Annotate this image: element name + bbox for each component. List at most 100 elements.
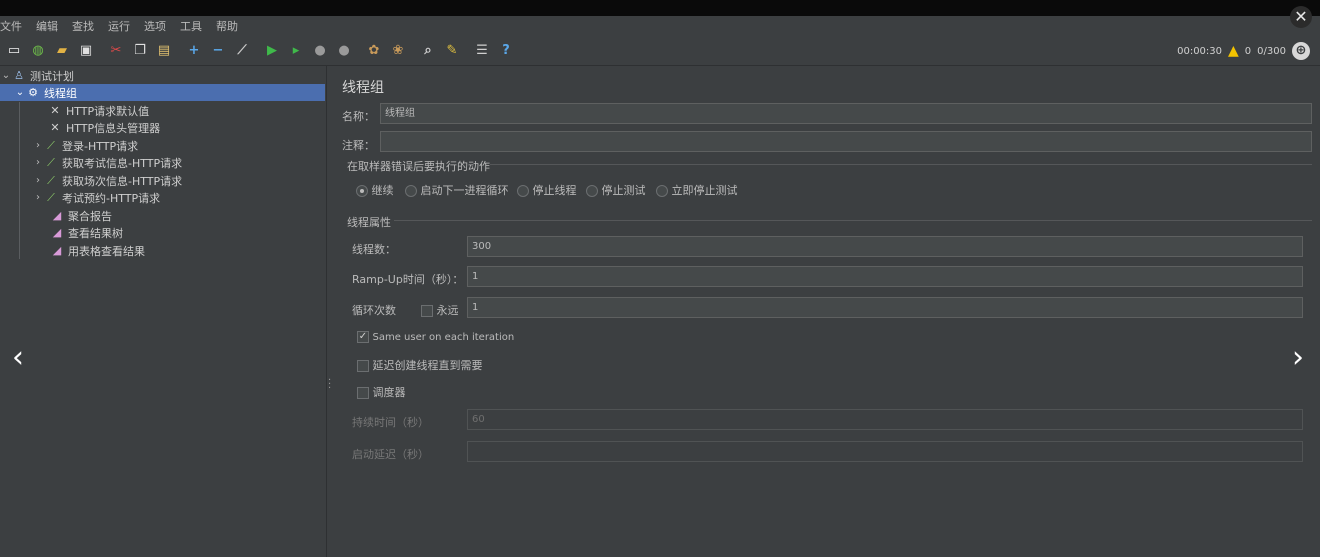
close-icon[interactable]: ✕ bbox=[1290, 6, 1312, 28]
duration-field[interactable]: 60 bbox=[467, 409, 1303, 430]
radio-stop-now[interactable] bbox=[656, 185, 668, 197]
on-error-next-loop[interactable]: 启动下一进程循环 bbox=[405, 182, 509, 198]
menu-options[interactable]: 选项 bbox=[144, 18, 166, 34]
radio-stop-test[interactable] bbox=[586, 185, 598, 197]
active-threads: 0/300 bbox=[1257, 45, 1286, 57]
menu-edit[interactable]: 编辑 bbox=[36, 18, 58, 34]
new-icon[interactable]: ▭ bbox=[5, 42, 23, 60]
chevron-right-icon[interactable]: › bbox=[32, 140, 44, 151]
pipette-icon: ⟋ bbox=[47, 190, 55, 204]
chevron-right-icon[interactable]: › bbox=[32, 157, 44, 168]
tree-item-label: 测试计划 bbox=[30, 69, 74, 83]
on-error-stop-thread[interactable]: 停止线程 bbox=[517, 182, 577, 198]
warning-icon[interactable]: ▲ bbox=[1228, 43, 1239, 59]
on-error-continue[interactable]: 继续 bbox=[356, 182, 394, 198]
menu-tools[interactable]: 工具 bbox=[180, 18, 202, 34]
status-area: 00:00:30 ▲ 0 0/300 ⊕ bbox=[1177, 36, 1310, 66]
splitter-grip-icon[interactable]: · · · bbox=[328, 376, 331, 394]
open-icon[interactable]: ▰ bbox=[53, 42, 71, 60]
divider bbox=[394, 220, 1312, 221]
chevron-right-icon[interactable]: › bbox=[32, 192, 44, 203]
menu-search[interactable]: 查找 bbox=[72, 18, 94, 34]
thread-props-heading: 线程属性 bbox=[347, 216, 391, 229]
tree-item-header-manager[interactable]: ✕ HTTP信息头管理器 bbox=[48, 119, 160, 136]
help-icon[interactable]: ? bbox=[497, 42, 515, 60]
loop-label: 循环次数 bbox=[352, 304, 396, 317]
tree-item-booking-request[interactable]: › ⟋ 考试预约-HTTP请求 bbox=[32, 189, 160, 206]
tree-item-aggregate-report[interactable]: ◢ 聚合报告 bbox=[50, 207, 112, 224]
on-error-stop-now[interactable]: 立即停止测试 bbox=[656, 182, 738, 198]
tree-item-label: 获取场次信息-HTTP请求 bbox=[62, 174, 183, 188]
same-user-checkbox[interactable]: ✓ Same user on each iteration bbox=[357, 330, 514, 343]
radio-continue[interactable] bbox=[356, 185, 368, 197]
startup-delay-label: 启动延迟（秒） bbox=[352, 448, 429, 461]
radio-label: 启动下一进程循环 bbox=[420, 184, 509, 197]
checkbox[interactable]: ✓ bbox=[357, 331, 369, 343]
checkbox-label: 延迟创建线程直到需要 bbox=[372, 359, 483, 372]
copy-icon[interactable]: ❐ bbox=[131, 42, 149, 60]
prev-arrow-icon[interactable]: ‹ bbox=[12, 340, 24, 375]
start-no-pause-icon[interactable]: ▸ bbox=[287, 42, 305, 60]
radio-next-loop[interactable] bbox=[405, 185, 417, 197]
chevron-down-icon[interactable]: ⌄ bbox=[0, 70, 12, 81]
chevron-right-icon[interactable]: › bbox=[32, 175, 44, 186]
on-error-heading: 在取样器错误后要执行的动作 bbox=[347, 160, 490, 173]
menu-help[interactable]: 帮助 bbox=[216, 18, 238, 34]
threads-field[interactable]: 300 bbox=[467, 236, 1303, 257]
tree-item-exam-info-request[interactable]: › ⟋ 获取考试信息-HTTP请求 bbox=[32, 154, 182, 171]
chart-icon: ◢ bbox=[52, 244, 62, 257]
tree-item-label: 用表格查看结果 bbox=[68, 244, 145, 258]
collapse-icon[interactable]: − bbox=[209, 42, 227, 60]
loop-field[interactable]: 1 bbox=[467, 297, 1303, 318]
tree-item-thread-group[interactable]: ⌄ ⚙ 线程组 bbox=[0, 84, 325, 101]
page-title: 线程组 bbox=[342, 80, 384, 96]
checkbox[interactable] bbox=[421, 305, 433, 317]
paste-icon[interactable]: ▤ bbox=[155, 42, 173, 60]
name-field[interactable]: 线程组 bbox=[380, 103, 1312, 124]
tree-item-label: 登录-HTTP请求 bbox=[62, 139, 139, 153]
chart-icon: ◢ bbox=[52, 226, 62, 239]
save-icon[interactable]: ▣ bbox=[77, 42, 95, 60]
reset-search-icon[interactable]: ✎ bbox=[443, 42, 461, 60]
comment-field[interactable] bbox=[380, 131, 1312, 152]
next-arrow-icon[interactable]: › bbox=[1292, 340, 1304, 375]
radio-stop-thread[interactable] bbox=[517, 185, 529, 197]
warning-count: 0 bbox=[1244, 45, 1252, 57]
scheduler-checkbox[interactable]: 调度器 bbox=[357, 384, 406, 400]
tree-item-http-defaults[interactable]: ✕ HTTP请求默认值 bbox=[48, 102, 149, 119]
function-helper-icon[interactable]: ☰ bbox=[473, 42, 491, 60]
wrench-icon: ✕ bbox=[50, 121, 60, 134]
clear-icon[interactable]: ✿ bbox=[365, 42, 383, 60]
shutdown-icon[interactable]: ● bbox=[335, 42, 353, 60]
checkbox[interactable] bbox=[357, 360, 369, 372]
rampup-field[interactable]: 1 bbox=[467, 266, 1303, 287]
clear-all-icon[interactable]: ❀ bbox=[389, 42, 407, 60]
tree-item-session-info-request[interactable]: › ⟋ 获取场次信息-HTTP请求 bbox=[32, 172, 182, 189]
panel-splitter[interactable] bbox=[326, 66, 334, 557]
tree-item-results-tree[interactable]: ◢ 查看结果树 bbox=[50, 224, 123, 241]
tree-item-login-request[interactable]: › ⟋ 登录-HTTP请求 bbox=[32, 137, 138, 154]
chevron-down-icon[interactable]: ⌄ bbox=[14, 87, 26, 98]
tree-item-label: 考试预约-HTTP请求 bbox=[62, 191, 161, 205]
stop-icon[interactable]: ● bbox=[311, 42, 329, 60]
menu-run[interactable]: 运行 bbox=[108, 18, 130, 34]
templates-icon[interactable]: ◍ bbox=[29, 42, 47, 60]
search-icon[interactable]: ⌕ bbox=[419, 42, 437, 60]
tree-item-results-table[interactable]: ◢ 用表格查看结果 bbox=[50, 242, 145, 259]
divider bbox=[490, 164, 1312, 165]
on-error-stop-test[interactable]: 停止测试 bbox=[586, 182, 646, 198]
delay-create-checkbox[interactable]: 延迟创建线程直到需要 bbox=[357, 357, 483, 373]
tree-item-test-plan[interactable]: ⌄ ♙ 测试计划 bbox=[0, 67, 74, 84]
duration-label: 持续时间（秒） bbox=[352, 416, 429, 429]
checkbox[interactable] bbox=[357, 387, 369, 399]
cut-icon[interactable]: ✂ bbox=[107, 42, 125, 60]
forever-checkbox[interactable]: 永远 bbox=[421, 302, 459, 318]
startup-delay-field[interactable] bbox=[467, 441, 1303, 462]
threads-label: 线程数： bbox=[352, 243, 396, 256]
expand-icon[interactable]: + bbox=[185, 42, 203, 60]
toggle-icon[interactable]: ⟋ bbox=[233, 42, 251, 60]
window-top-bar bbox=[0, 0, 1320, 16]
remote-engine-icon[interactable]: ⊕ bbox=[1292, 42, 1310, 60]
start-icon[interactable]: ▶ bbox=[263, 42, 281, 60]
menu-file[interactable]: 文件 bbox=[0, 18, 22, 34]
